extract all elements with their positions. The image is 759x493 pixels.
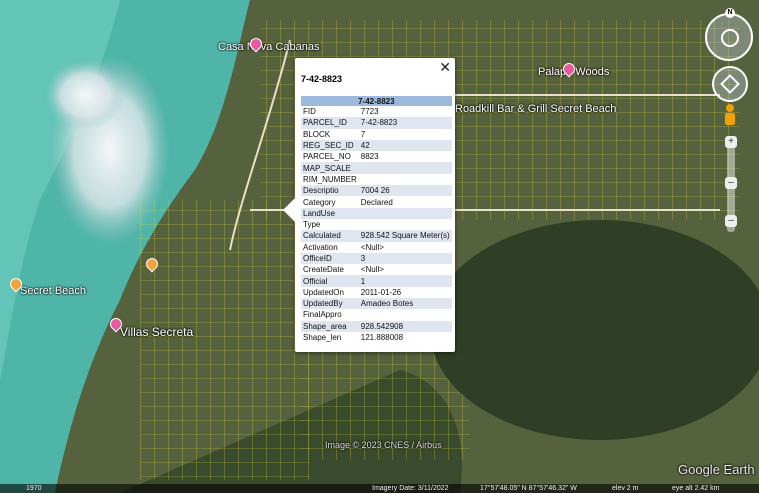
move-arrows-icon — [720, 74, 740, 94]
attribute-value: 42 — [358, 139, 452, 152]
attribute-key: UpdatedBy — [301, 298, 359, 310]
attribute-key: FID — [303, 107, 316, 117]
status-bar: 1970 Imagery Date: 3/11/2022 17°57'48.05… — [0, 484, 759, 493]
historical-year[interactable]: 1970 — [26, 484, 42, 493]
attribute-value: 3 — [358, 252, 452, 265]
attribute-key: Activation — [303, 242, 338, 252]
attribute-value — [358, 162, 452, 174]
attribute-row: OfficeID 3 — [301, 252, 452, 265]
attribute-row: Calculated 928.542 Square Meter(s) — [301, 230, 452, 242]
attribute-value — [358, 207, 452, 219]
attribute-key: Official — [301, 275, 359, 287]
attribute-table: 7-42-8823 FID 7723 PARCEL_ID 7-42-8823 BLOCK… — [301, 96, 452, 343]
attribute-row: Category Declared — [301, 196, 452, 207]
attribute-row: REG_SEC_ID 42 — [301, 139, 452, 152]
zoom-slider-handle[interactable]: – — [725, 177, 737, 189]
parcel-info-popup: ✕ 7-42-8823 7-42-8823 FID 7723 PARCEL_ID 7-… — [283, 58, 455, 352]
attribute-key: CreateDate — [303, 265, 344, 275]
cursor-coordinates: 17°57'48.05" N 87°57'46.32" W — [480, 485, 577, 492]
attribute-value: 7723 — [360, 107, 379, 117]
attribute-row: PARCEL_NO 8823 — [301, 151, 452, 162]
attribute-key: MAP_SCALE — [301, 162, 359, 174]
attribute-value: Amadeo Botes — [358, 298, 452, 310]
north-indicator[interactable]: N — [725, 8, 735, 18]
street-view-pegman-icon[interactable] — [724, 104, 736, 126]
attribute-value: 7-42-8823 — [358, 117, 452, 129]
attribute-row: Type — [301, 219, 452, 230]
attribute-key: RIM_NUMBER — [303, 174, 357, 184]
imagery-date: Imagery Date: 3/11/2022 — [372, 485, 449, 492]
move-navigation-control[interactable] — [712, 66, 748, 102]
attribute-row: UpdatedBy Amadeo Botes — [301, 298, 452, 310]
attribute-value: 121.888008 — [360, 333, 404, 343]
close-icon[interactable]: ✕ — [439, 59, 451, 76]
table-header: 7-42-8823 — [301, 96, 452, 106]
look-navigation-control[interactable]: N — [705, 8, 753, 61]
attribute-key: Calculated — [301, 230, 359, 242]
attribute-row: BLOCK 7 — [301, 129, 452, 140]
attribute-value: <Null> — [360, 265, 384, 275]
attribute-key: PARCEL_NO — [303, 152, 351, 162]
attribute-key: REG_SEC_ID — [301, 139, 359, 152]
attribute-row: LandUse — [301, 207, 452, 219]
attribute-key: PARCEL_ID — [301, 117, 359, 129]
attribute-row: FID 7723 — [301, 106, 452, 117]
attribute-value — [359, 219, 452, 230]
attribute-key: BLOCK — [303, 129, 331, 139]
attribute-key: Type — [303, 220, 321, 230]
attribute-value: 8823 — [360, 152, 379, 162]
attribute-row: MAP_SCALE — [301, 162, 452, 174]
attribute-value — [359, 174, 452, 185]
attribute-row: Activation <Null> — [301, 242, 452, 253]
imagery-attribution: Image © 2023 CNES / Airbus — [325, 440, 442, 450]
attribute-value: 1 — [358, 275, 452, 287]
place-label-villas-secreta[interactable]: Villas Secreta — [120, 325, 193, 339]
attribute-row: FinalAppro — [301, 309, 452, 320]
place-label-secret-beach[interactable]: Secret Beach — [20, 285, 86, 297]
popup-title: 7-42-8823 — [301, 74, 343, 84]
attribute-value: 7004 26 — [358, 185, 452, 197]
attribute-value: <Null> — [360, 242, 384, 252]
attribute-row: CreateDate <Null> — [301, 264, 452, 275]
attribute-row: Official 1 — [301, 275, 452, 287]
attribute-key: FinalAppro — [303, 310, 342, 320]
attribute-key: Shape_len — [303, 333, 342, 343]
zoom-out-button[interactable]: – — [725, 215, 737, 227]
attribute-row: Shape_area 928.542908 — [301, 320, 452, 332]
attribute-value: 928.542 Square Meter(s) — [358, 230, 452, 242]
attribute-key: LandUse — [301, 207, 359, 219]
attribute-value: 7 — [360, 129, 366, 139]
google-earth-logo: Google Earth — [678, 462, 755, 477]
attribute-value: 2011-01-26 — [360, 287, 402, 297]
attribute-value: 928.542908 — [358, 320, 452, 332]
attribute-key: Shape_area — [301, 320, 359, 332]
attribute-row: UpdatedOn 2011-01-26 — [301, 287, 452, 298]
attribute-value — [359, 309, 452, 320]
place-label-casa-nova[interactable]: Casa Nova Cabanas — [218, 41, 320, 53]
attribute-key: Category — [303, 197, 336, 207]
attribute-row: RIM_NUMBER — [301, 174, 452, 185]
attribute-row: PARCEL_ID 7-42-8823 — [301, 117, 452, 129]
attribute-row: Descriptio 7004 26 — [301, 185, 452, 197]
attribute-key: OfficeID — [301, 252, 359, 265]
attribute-row: Shape_len 121.888008 — [301, 332, 452, 343]
eye-icon — [721, 29, 739, 47]
elevation: elev 2 m — [612, 485, 639, 492]
attribute-value: Declared — [360, 197, 393, 207]
attribute-key: Descriptio — [301, 185, 359, 197]
zoom-in-button[interactable]: + — [725, 136, 737, 148]
eye-altitude: eye alt 2.42 km — [672, 485, 720, 492]
attribute-key: UpdatedOn — [303, 287, 344, 297]
place-label-roadkill[interactable]: Roadkill Bar & Grill Secret Beach — [455, 103, 616, 115]
